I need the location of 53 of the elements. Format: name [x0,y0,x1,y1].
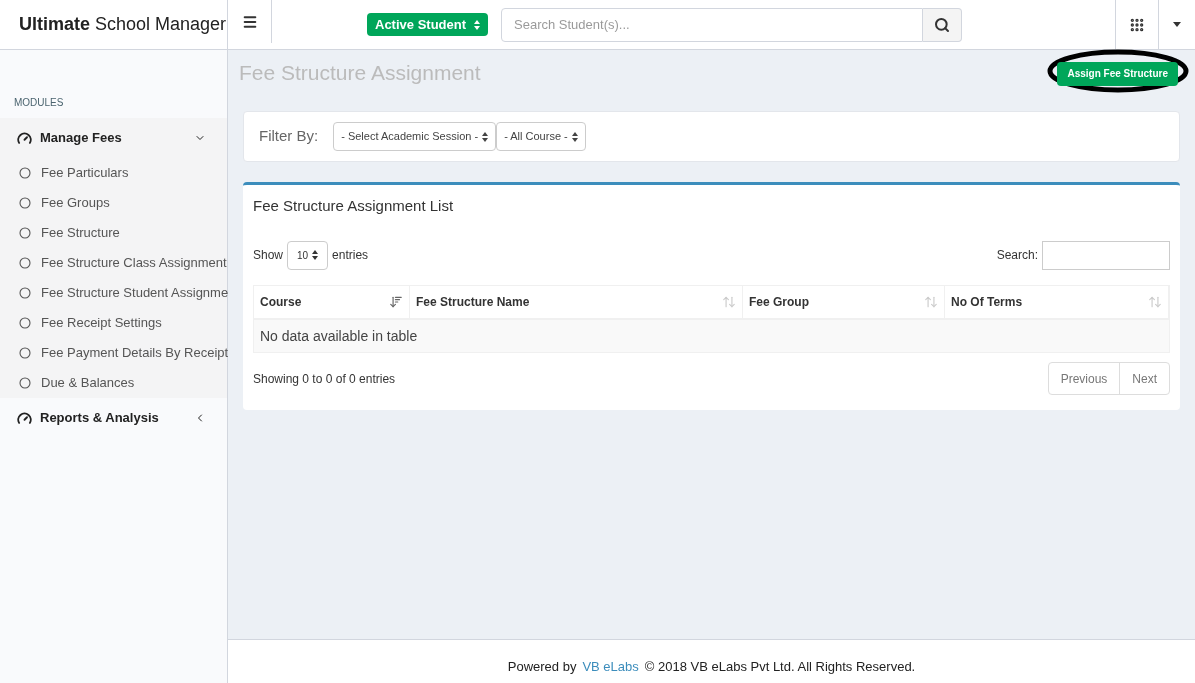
search-label: Search: [996,247,1038,264]
sidebar-item[interactable]: Fee Structure Student Assignme [0,278,227,308]
search-field[interactable]: Search Student(s)... [501,7,923,42]
up-down-arrows-icon [571,131,578,142]
page-size-select[interactable]: 10 [287,240,329,270]
up-down-arrows-icon [474,19,480,30]
table-info: Showing 0 to 0 of 0 entries [253,370,396,388]
pager-button[interactable]: Next [1119,363,1169,394]
circle-icon [19,197,31,209]
sort-ascending-icon [389,295,403,309]
table-search-field[interactable] [1042,240,1170,270]
search-button[interactable] [923,7,962,42]
page-title: Fee Structure Assignment [239,60,481,87]
filter-label: Filter By: [259,126,319,147]
sort-icon [924,295,938,309]
circle-icon [19,287,31,299]
circle-icon [19,227,31,239]
circle-icon [19,167,31,179]
sidebar-item[interactable]: Due & Balances [0,368,227,398]
dashboard-icon [17,130,32,146]
filter-select[interactable]: - All Course - [496,122,586,151]
up-down-arrows-icon [482,131,489,142]
sidebar-group[interactable]: Reports & Analysis [0,398,227,438]
footer-text: Powered by [507,657,577,676]
sort-icon [722,295,736,309]
sidebar-item[interactable]: Fee Structure [0,218,227,248]
list-title: Fee Structure Assignment List [253,196,455,216]
sidebar-group[interactable]: Manage Fees [0,118,227,158]
sort-icon [1148,295,1162,309]
circle-icon [19,347,31,359]
filter-select[interactable]: - Select Academic Session - [333,122,497,151]
sidebar-heading: MODULES [13,96,65,110]
apps-grid-icon[interactable] [1129,16,1145,33]
circle-icon [19,317,31,329]
sidebar-item[interactable]: Fee Payment Details By Receipt [0,338,227,368]
footer-link[interactable]: VB eLabs [582,656,639,677]
app-title: Ultimate School Manager [19,13,227,36]
caret-icon[interactable] [1173,22,1181,27]
footer-copyright: © 2018 VB eLabs Pvt Ltd. All Rights Reserved. [644,657,916,676]
up-down-arrows-icon [312,250,319,260]
circle-icon [19,377,31,389]
sidebar-item[interactable]: Fee Groups [0,188,227,218]
entries-label: entries [332,247,369,264]
sidebar-item[interactable]: Fee Particulars [0,158,227,188]
menu-icon[interactable] [241,13,258,30]
sidebar-item[interactable]: Fee Receipt Settings [0,308,227,338]
dashboard-icon [17,410,32,426]
pager-button[interactable]: Previous [1048,363,1120,394]
circle-icon [19,257,31,269]
search-icon [934,16,950,33]
empty-table-row: No data available in table [254,318,1169,352]
sidebar-item[interactable]: Fee Structure Class Assignment [0,248,227,278]
show-label: Show [253,247,284,264]
